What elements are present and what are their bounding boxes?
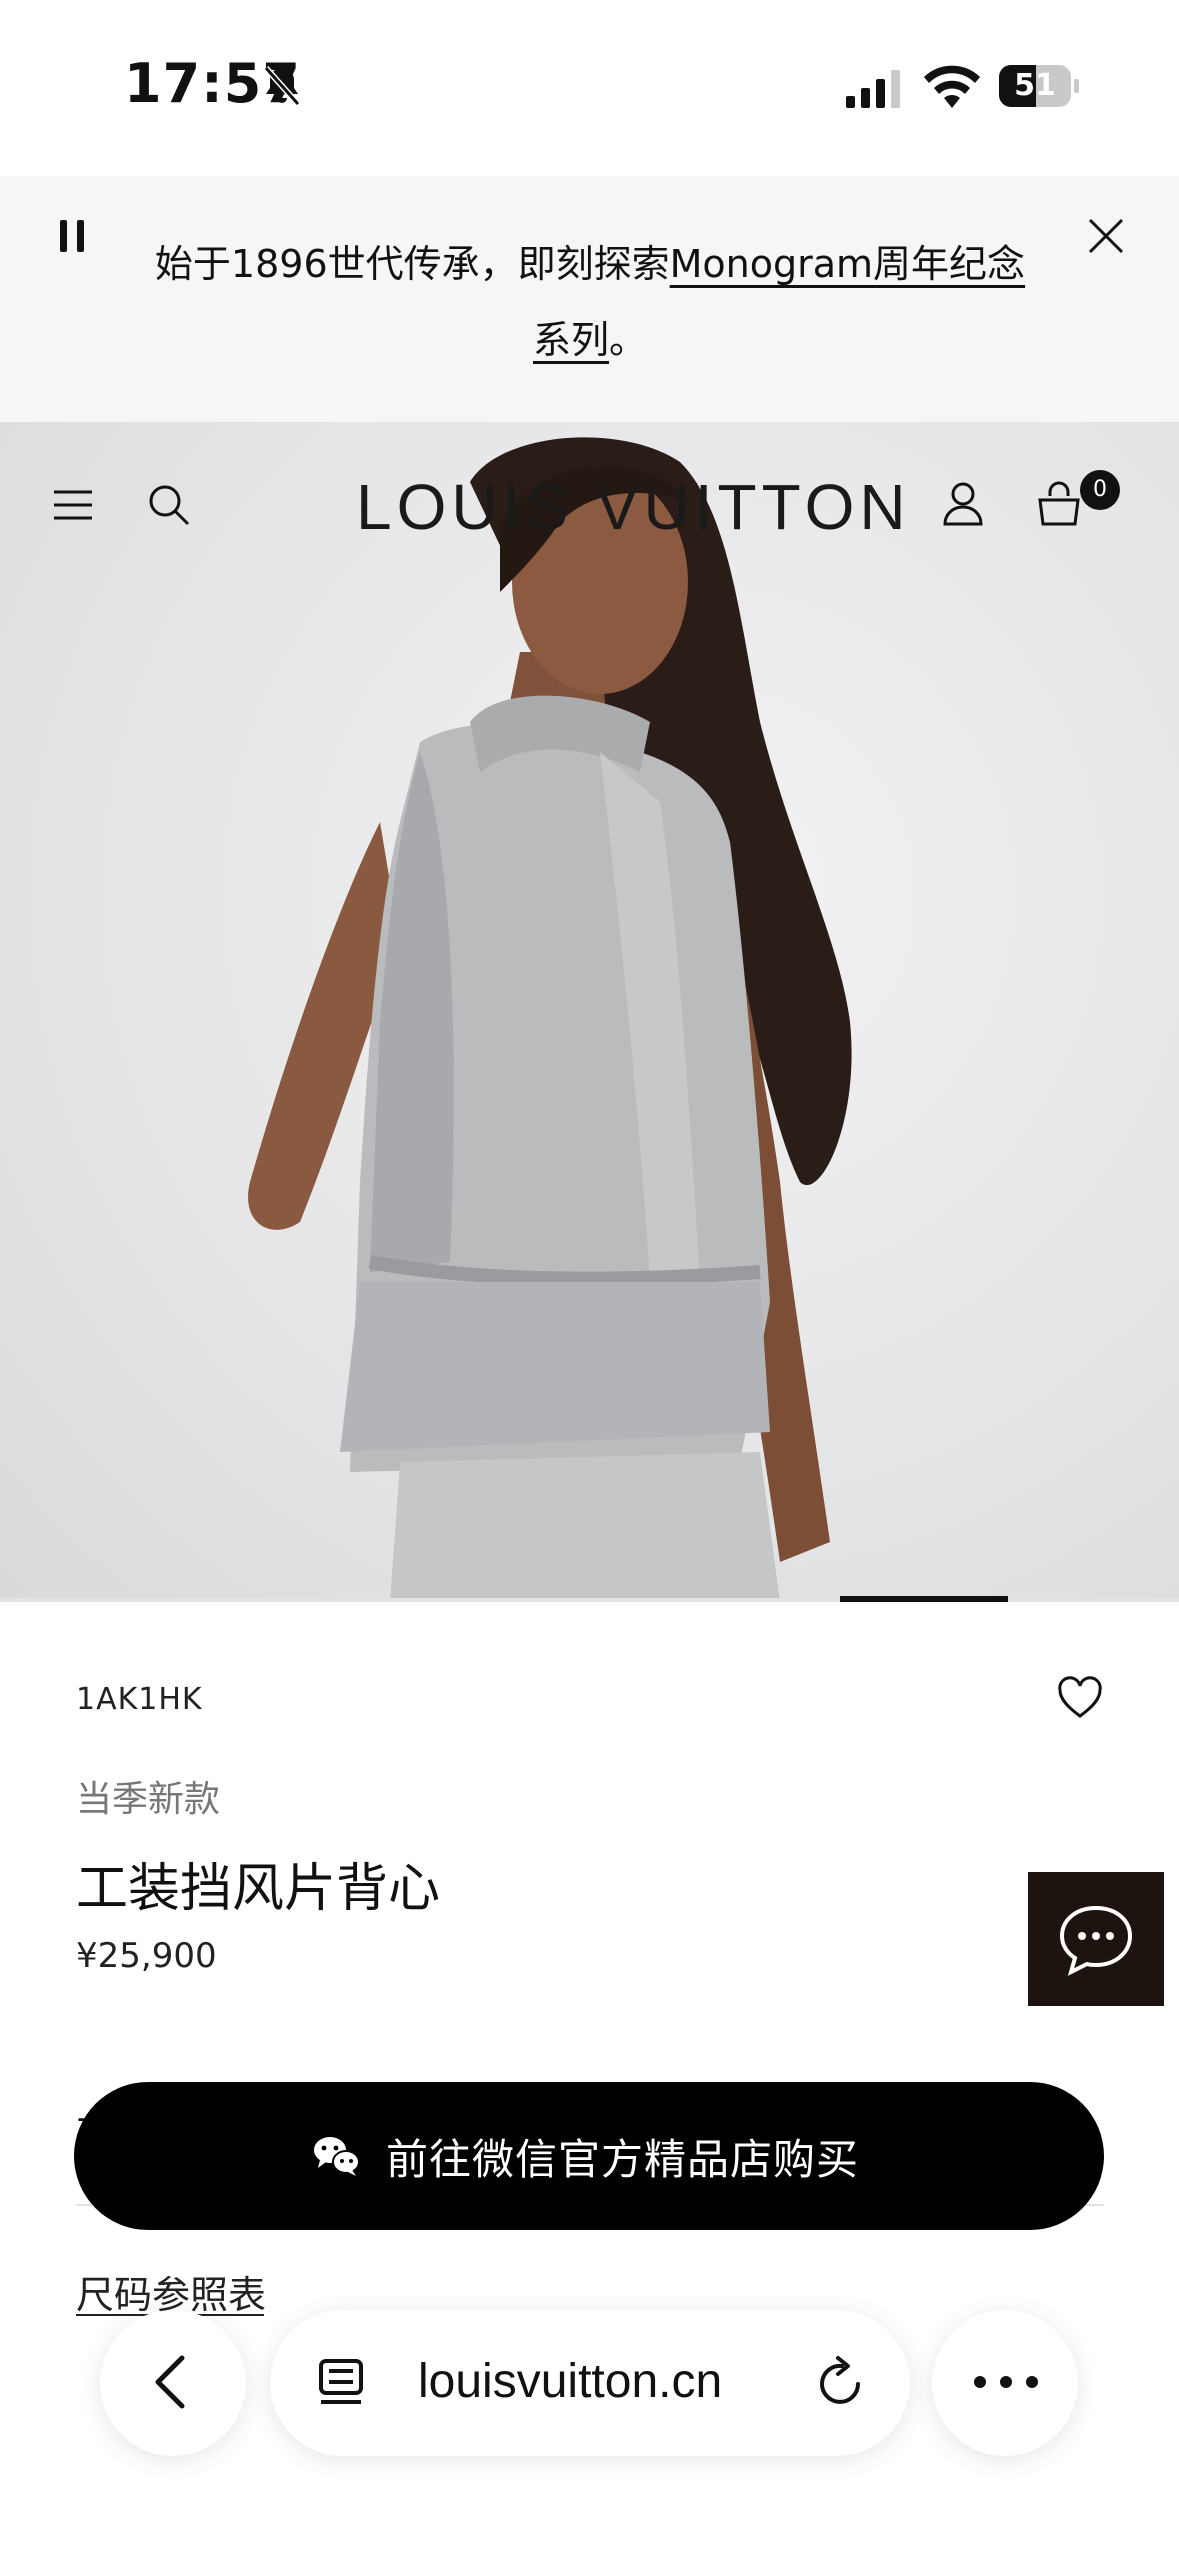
wifi-icon	[924, 65, 980, 108]
product-photo	[248, 437, 852, 1602]
close-icon[interactable]	[1086, 216, 1126, 256]
shopping-bag-icon[interactable]	[1034, 478, 1084, 528]
pause-icon[interactable]	[58, 216, 86, 256]
product-tag: 当季新款	[76, 1779, 221, 1820]
product-image-carousel[interactable]	[0, 422, 1179, 1602]
battery-icon: 51	[998, 64, 1080, 108]
back-icon	[155, 2355, 185, 2409]
brand-logo[interactable]: LOUIS VUITTON	[356, 470, 911, 544]
menu-icon[interactable]	[48, 480, 98, 530]
more-icon	[974, 2376, 1038, 2388]
chat-icon	[1059, 1905, 1133, 1976]
wechat-icon	[314, 2137, 360, 2176]
chat-button[interactable]	[1028, 1872, 1164, 2006]
bag-count-badge: 0	[1080, 470, 1120, 510]
reload-icon[interactable]	[816, 2356, 866, 2408]
search-icon[interactable]	[144, 480, 194, 530]
product-price: ¥25,900	[76, 1936, 217, 1976]
wechat-purchase-label: 前往微信官方精品店购买	[386, 2135, 860, 2184]
carousel-progress-indicator	[840, 1596, 1008, 1602]
product-name: 工装挡风片背心	[76, 1859, 441, 1919]
banner-text-suffix: 。	[609, 318, 648, 362]
signal-icon	[846, 70, 900, 108]
reader-icon[interactable]	[316, 2356, 366, 2410]
bell-slash-icon	[263, 66, 301, 106]
banner-text-prefix: 始于1896世代传承，即刻探索	[154, 242, 670, 286]
browser-url[interactable]: louisvuitton.cn	[418, 2354, 722, 2409]
heart-icon[interactable]	[1056, 1676, 1104, 1720]
account-icon[interactable]	[938, 478, 988, 528]
banner-message: 始于1896世代传承，即刻探索Monogram周年纪念系列。	[150, 226, 1030, 378]
battery-level: 51	[1014, 68, 1056, 103]
product-sku: 1AK1HK	[76, 1682, 203, 1717]
